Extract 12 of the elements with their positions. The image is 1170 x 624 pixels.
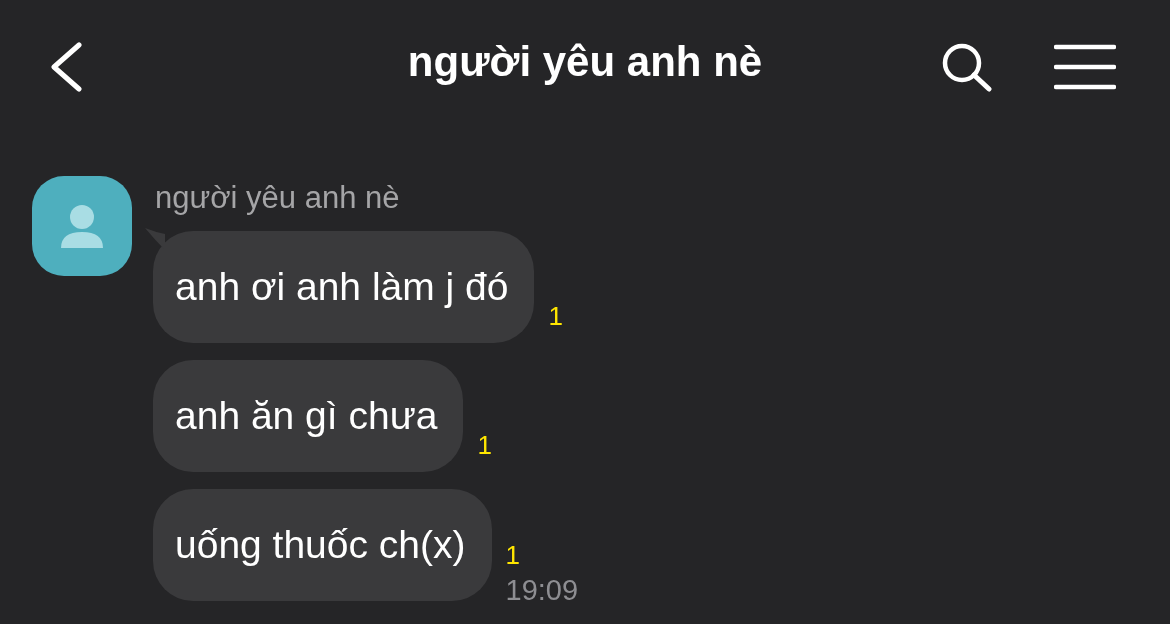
message-bubble: anh ăn gì chưa [153,360,464,472]
menu-icon[interactable] [1054,43,1116,91]
sender-name: người yêu anh nè [155,180,401,216]
chat-title: người yêu anh nè [407,38,763,86]
avatar-icon[interactable] [32,176,132,276]
message-bubble: uống thuốc ch(x) [153,489,492,601]
unread-count: 1 [477,430,492,460]
back-icon[interactable] [48,42,84,92]
unread-count: 1 [548,301,563,331]
search-icon[interactable] [940,42,994,92]
message-time: 19:09 [505,574,579,607]
unread-count: 1 [505,540,521,570]
